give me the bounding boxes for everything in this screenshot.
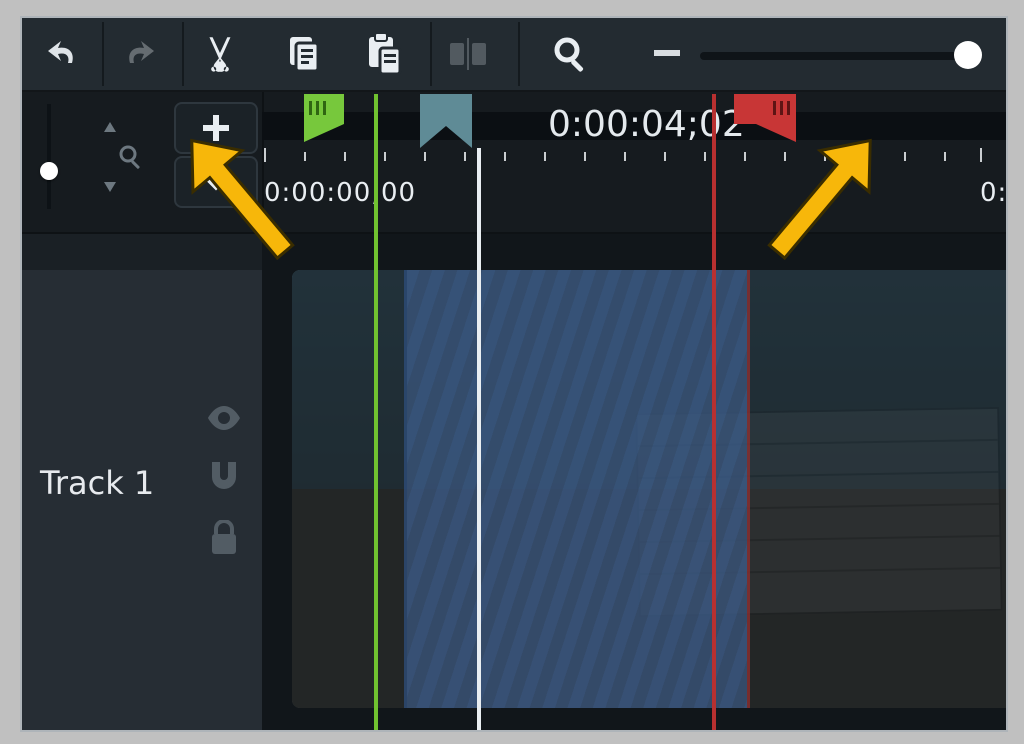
- selection-region[interactable]: [404, 270, 750, 708]
- paste-icon: [364, 32, 404, 76]
- eye-icon: [206, 406, 242, 430]
- ruler-tick-label: 0:0: [980, 178, 1008, 208]
- scissors-icon: [200, 33, 242, 75]
- playhead-handle[interactable]: [420, 94, 472, 126]
- split-icon: [446, 34, 490, 74]
- track-label: Track 1: [40, 464, 154, 502]
- undo-button[interactable]: [44, 28, 84, 80]
- split-button[interactable]: [446, 28, 490, 80]
- editor-frame: 0:00:00;00 0:0 0:00:04;02 Track 1: [20, 16, 1008, 732]
- cut-button[interactable]: [200, 28, 242, 80]
- marker-in[interactable]: [304, 94, 344, 124]
- undo-icon: [44, 34, 84, 74]
- toolbar-divider: [518, 22, 520, 86]
- annotation-arrow-left: [180, 118, 300, 278]
- zoom-out-minus-icon[interactable]: [654, 50, 680, 56]
- track-snap-toggle[interactable]: [200, 454, 248, 502]
- magnet-icon: [206, 460, 242, 496]
- paste-button[interactable]: [364, 28, 404, 80]
- playhead-line: [477, 148, 481, 730]
- track-visibility-toggle[interactable]: [200, 394, 248, 442]
- redo-button[interactable]: [118, 28, 158, 80]
- vertical-zoom-rail[interactable]: [47, 104, 51, 209]
- vertical-zoom-knob[interactable]: [40, 162, 58, 180]
- zoom-slider[interactable]: [700, 52, 980, 60]
- zoom-slider-knob[interactable]: [954, 41, 982, 69]
- zoom-button[interactable]: [552, 28, 590, 80]
- track-lock-toggle[interactable]: [200, 514, 248, 562]
- annotation-arrow-right: [762, 118, 882, 278]
- marker-in-line: [374, 94, 378, 730]
- toolbar-divider: [102, 22, 104, 86]
- redo-icon: [118, 34, 158, 74]
- vertical-zoom-icon[interactable]: [116, 142, 146, 172]
- toolbar-divider: [182, 22, 184, 86]
- tracks-area: Track 1: [22, 234, 1006, 730]
- marker-out-line: [712, 94, 716, 730]
- toolbar-divider: [430, 22, 432, 86]
- copy-button[interactable]: [284, 28, 324, 80]
- search-icon: [552, 35, 590, 73]
- toolbar: [22, 18, 1006, 92]
- track-header: Track 1: [22, 234, 264, 730]
- copy-icon: [284, 34, 324, 74]
- lock-icon: [209, 520, 239, 556]
- video-clip[interactable]: [292, 270, 1006, 708]
